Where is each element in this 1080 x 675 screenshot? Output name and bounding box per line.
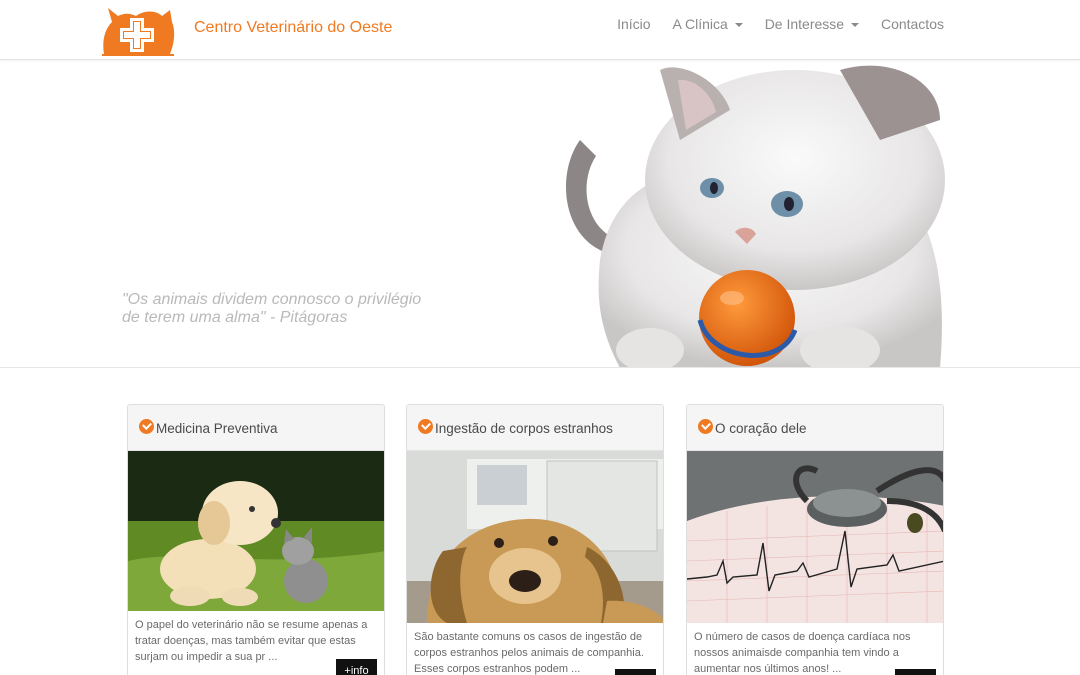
nav-item-a-clinica[interactable]: A Clínica	[673, 16, 743, 32]
main-nav: Início A Clínica De Interesse Contactos	[617, 16, 944, 32]
card-text: O papel do veterinário não se resume ape…	[135, 619, 368, 663]
stethoscope-ecg-image[interactable]	[687, 451, 944, 623]
card-header: Ingestão de corpos estranhos	[407, 405, 663, 451]
card-medicina-preventiva: Medicina Preventiva O papel do veterinár…	[127, 404, 385, 675]
nav-item-contactos[interactable]: Contactos	[881, 16, 944, 32]
puppy-and-kitten-image[interactable]	[128, 451, 385, 611]
nav-item-label: De Interesse	[764, 16, 845, 32]
nav-item-inicio[interactable]: Início	[617, 16, 650, 32]
check-circle-icon	[139, 419, 154, 434]
card-o-coracao-dele: O coração dele O número de casos de doen…	[686, 404, 944, 675]
hero-quote: "Os animais dividem connosco o privilégi…	[122, 291, 452, 327]
check-circle-icon	[418, 419, 433, 434]
clinic-logo[interactable]	[100, 4, 176, 56]
top-navbar: Centro Veterinário do Oeste Início A Clí…	[0, 0, 1080, 60]
nav-item-label: A Clínica	[672, 16, 728, 32]
card-header: Medicina Preventiva	[128, 405, 384, 451]
hero-quote-line-1: "Os animais dividem connosco o privilégi…	[122, 291, 422, 308]
card-text: O número de casos de doença cardíaca nos…	[694, 631, 911, 675]
hero-banner: "Os animais dividem connosco o privilégi…	[0, 60, 1080, 368]
card-title[interactable]: Medicina Preventiva	[156, 421, 278, 436]
kitten-with-ball-image	[566, 65, 945, 367]
caret-down-icon	[850, 23, 859, 28]
dog-lying-down-image[interactable]	[407, 451, 664, 623]
hero-quote-line-2: de terem uma alma" - Pitágoras	[122, 309, 348, 326]
caret-down-icon	[734, 23, 743, 28]
nav-item-label: Contactos	[880, 16, 944, 32]
card-title[interactable]: Ingestão de corpos estranhos	[435, 421, 613, 436]
more-info-button[interactable]: +info	[336, 659, 377, 675]
card-text: São bastante comuns os casos de ingestão…	[414, 631, 644, 675]
nav-item-label: Início	[617, 16, 651, 32]
card-header: O coração dele	[687, 405, 943, 451]
more-info-button[interactable]	[615, 669, 656, 675]
card-ingestao-corpos-estranhos: Ingestão de corpos estranhos São bastant…	[406, 404, 664, 675]
check-circle-icon	[698, 419, 713, 434]
brand-name[interactable]: Centro Veterinário do Oeste	[194, 19, 392, 37]
card-title[interactable]: O coração dele	[715, 421, 807, 436]
nav-item-de-interesse[interactable]: De Interesse	[765, 16, 859, 32]
more-info-button[interactable]	[895, 669, 936, 675]
